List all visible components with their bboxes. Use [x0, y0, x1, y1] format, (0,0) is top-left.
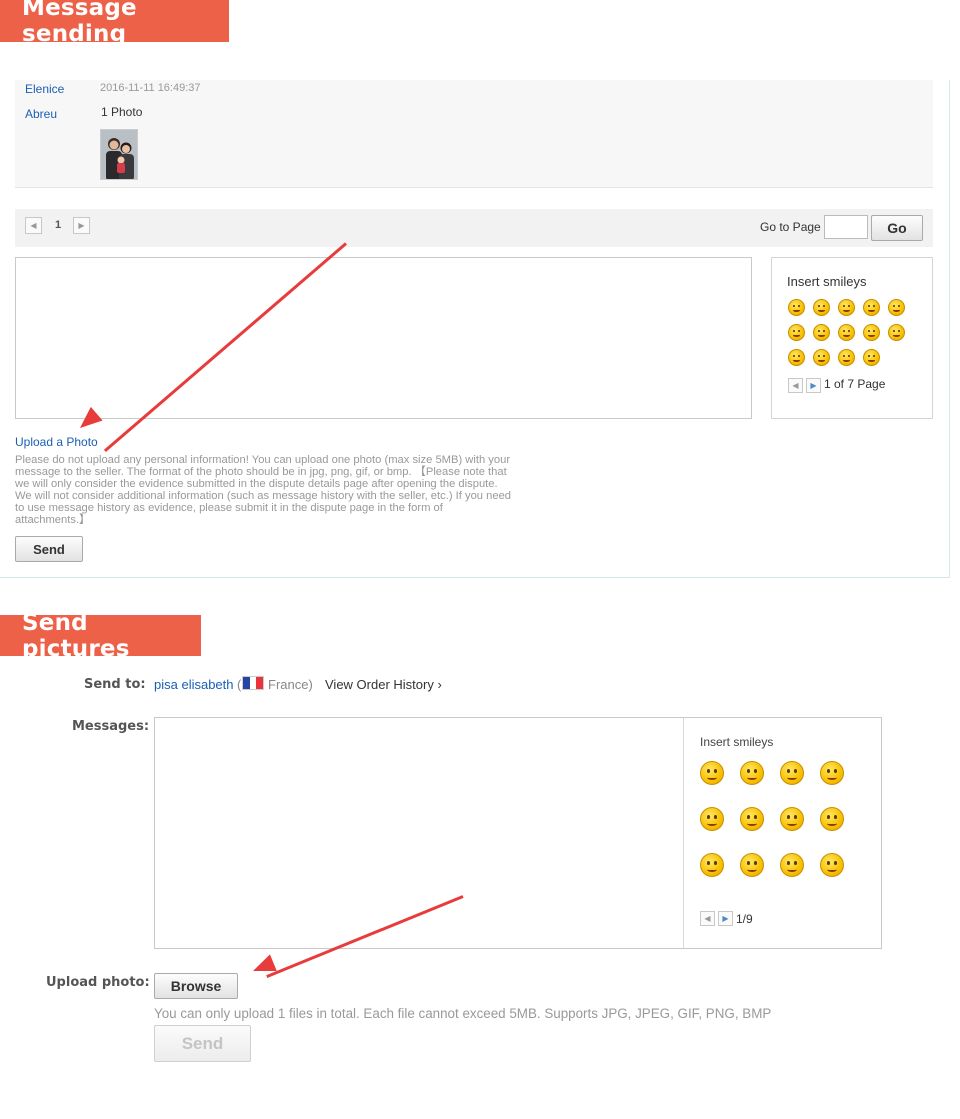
smileys-prev-button-2[interactable]: ◀	[700, 911, 715, 926]
smiley-icon[interactable]	[820, 853, 844, 877]
message-textarea[interactable]	[15, 257, 752, 419]
smileys-next-button[interactable]: ▶	[806, 378, 821, 393]
messages-label: Messages:	[72, 719, 150, 734]
message-body: 1 Photo	[101, 105, 143, 119]
smiley-icon[interactable]	[813, 349, 830, 366]
smiley-icon[interactable]	[813, 299, 830, 316]
recipient-country: France)	[268, 677, 313, 692]
smiley-icon[interactable]	[740, 853, 764, 877]
message-history	[15, 80, 933, 188]
pager-prev-button[interactable]: ◀	[25, 217, 42, 234]
upload-photo-link[interactable]: Upload a Photo	[15, 435, 98, 449]
section-banner-send-pictures: Send pictures	[0, 610, 201, 662]
browse-button[interactable]: Browse	[154, 973, 238, 999]
smiley-icon[interactable]	[780, 853, 804, 877]
message-sender-first-name[interactable]: Elenice	[25, 82, 64, 96]
smiley-icon[interactable]	[863, 324, 880, 341]
upload-hint: You can only upload 1 files in total. Ea…	[154, 1006, 772, 1021]
message-timestamp: 2016-11-11 16:49:37	[100, 82, 201, 94]
smileys-title-2: Insert smileys	[700, 735, 774, 749]
go-button[interactable]: Go	[871, 215, 923, 241]
smiley-icon[interactable]	[863, 299, 880, 316]
smiley-icon[interactable]	[813, 324, 830, 341]
smiley-icon[interactable]	[838, 349, 855, 366]
upload-notice: Please do not upload any personal inform…	[15, 454, 512, 527]
smiley-icon[interactable]	[838, 299, 855, 316]
pager-current-page[interactable]: 1	[55, 219, 61, 231]
smiley-icon[interactable]	[838, 324, 855, 341]
smileys-page-info: 1 of 7 Page	[824, 377, 886, 391]
send-pictures-button[interactable]: Send	[154, 1025, 251, 1062]
smiley-icon[interactable]	[780, 761, 804, 785]
smiley-icon[interactable]	[788, 349, 805, 366]
section-banner-message-sending: Message sending	[0, 0, 229, 47]
smiley-icon[interactable]	[780, 807, 804, 831]
smiley-icon[interactable]	[700, 761, 724, 785]
view-order-history-link[interactable]: View Order History ›	[325, 677, 442, 692]
smiley-icon[interactable]	[700, 853, 724, 877]
recipient-name-link[interactable]: pisa elisabeth	[154, 677, 234, 692]
goto-page-label: Go to Page	[760, 220, 821, 234]
smileys-title: Insert smileys	[787, 274, 867, 289]
goto-page-input[interactable]	[824, 215, 868, 239]
smiley-icon[interactable]	[740, 761, 764, 785]
smiley-icon[interactable]	[740, 807, 764, 831]
smiley-icon[interactable]	[888, 299, 905, 316]
photo-people-icon	[101, 130, 137, 179]
message-photo-thumbnail[interactable]	[100, 129, 138, 180]
upload-photo-label: Upload photo:	[46, 975, 150, 990]
smiley-icon[interactable]	[888, 324, 905, 341]
pager-next-button[interactable]: ▶	[73, 217, 90, 234]
send-button[interactable]: Send	[15, 536, 83, 562]
recipient-paren: (	[237, 677, 242, 692]
smileys-next-button-2[interactable]: ▶	[718, 911, 733, 926]
smileys-prev-button[interactable]: ◀	[788, 378, 803, 393]
smiley-icon[interactable]	[820, 761, 844, 785]
smiley-icon[interactable]	[700, 807, 724, 831]
smiley-icon[interactable]	[788, 299, 805, 316]
france-flag-icon	[242, 676, 264, 690]
smiley-icon[interactable]	[788, 324, 805, 341]
send-to-label: Send to:	[84, 677, 146, 692]
smiley-icon[interactable]	[820, 807, 844, 831]
message-sender-last-name[interactable]: Abreu	[25, 107, 57, 121]
smileys-page-info-2: 1/9	[736, 912, 753, 926]
smiley-icon[interactable]	[863, 349, 880, 366]
